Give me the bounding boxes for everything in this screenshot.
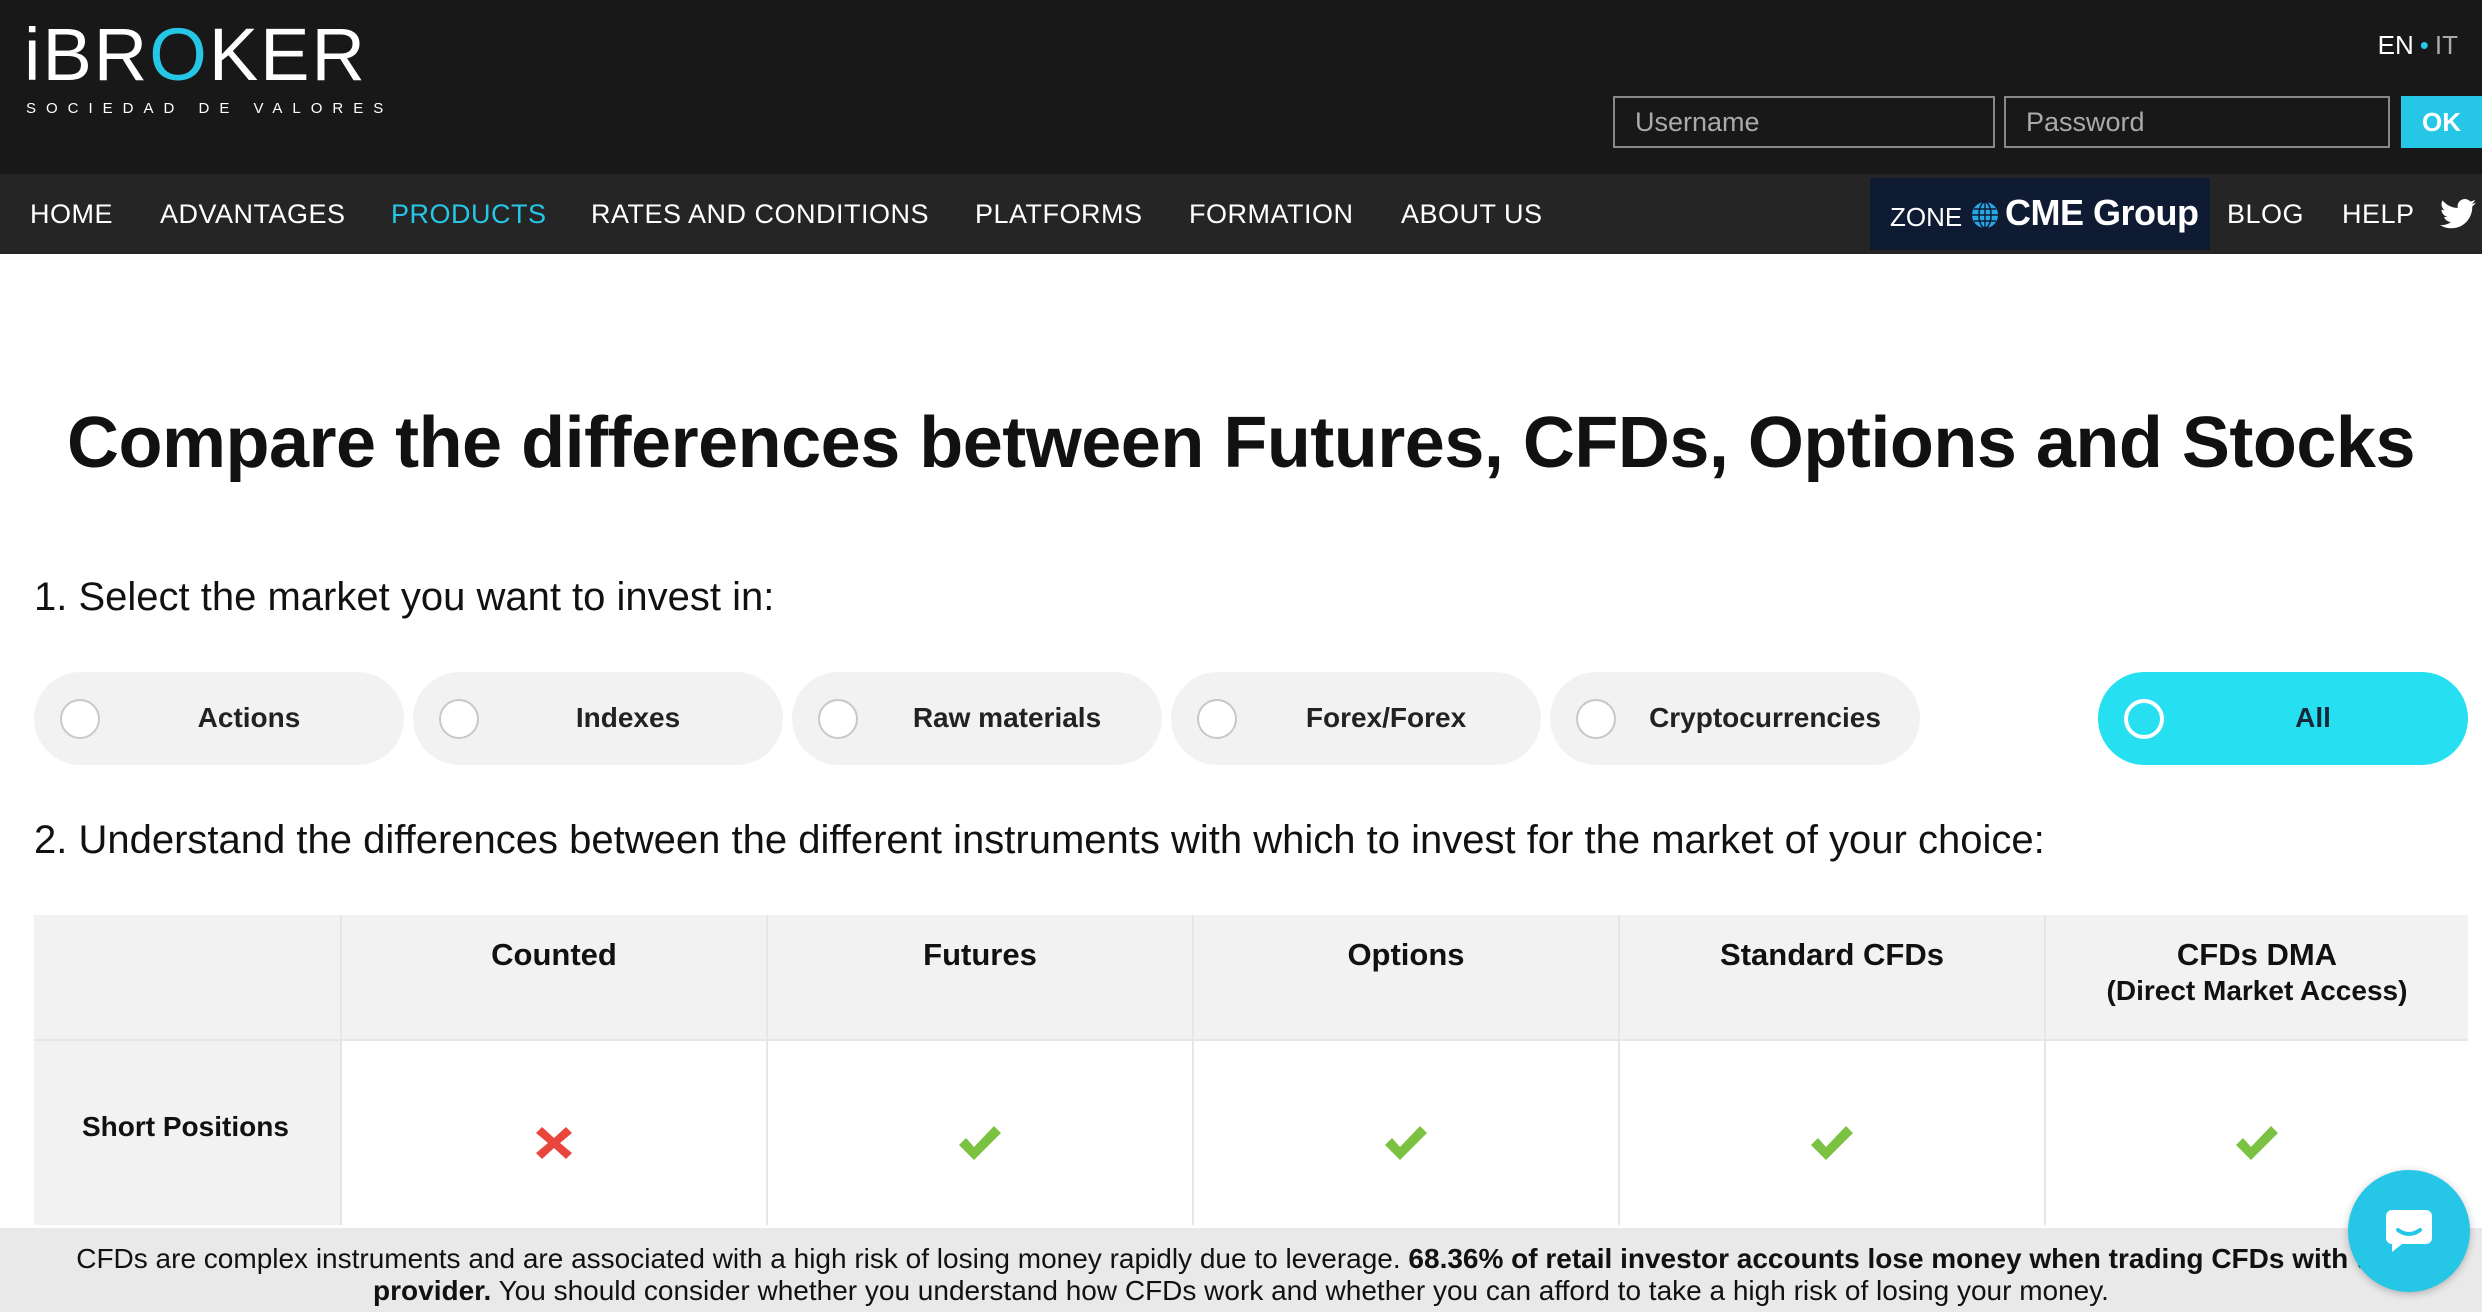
column-subheader: (Direct Market Access) xyxy=(2106,975,2408,1006)
nav-help[interactable]: HELP xyxy=(2342,174,2415,254)
chat-button[interactable] xyxy=(2348,1170,2470,1292)
check-icon xyxy=(2236,1126,2278,1160)
logo-wordmark: iBROKER xyxy=(24,13,367,96)
lang-separator: • xyxy=(2419,30,2429,60)
username-input[interactable] xyxy=(1613,96,1995,148)
market-option-indexes[interactable]: Indexes xyxy=(413,672,783,765)
market-option-label: All xyxy=(2295,702,2331,733)
column-header: Standard CFDs xyxy=(1618,915,2044,1039)
table-cell xyxy=(1192,1039,1618,1225)
login-ok-button[interactable]: OK xyxy=(2401,96,2482,148)
market-option-label: Actions xyxy=(197,702,301,733)
lang-it-link[interactable]: IT xyxy=(2435,30,2458,60)
table-cell xyxy=(340,1039,766,1225)
column-header: Counted xyxy=(340,915,766,1039)
password-input[interactable] xyxy=(2004,96,2390,148)
top-header: iBROKER SOCIEDAD DE VALORES EN•IT OK xyxy=(0,0,2482,174)
nav-products[interactable]: PRODUCTS xyxy=(391,174,547,254)
column-header: Futures xyxy=(766,915,1192,1039)
check-icon xyxy=(1811,1126,1853,1160)
column-header: CFDs DMA (Direct Market Access) xyxy=(2044,915,2468,1039)
nav-blog[interactable]: BLOG xyxy=(2227,174,2304,254)
market-option-raw-materials[interactable]: Raw materials xyxy=(792,672,1162,765)
nav-formation[interactable]: FORMATION xyxy=(1189,174,1353,254)
table-cell xyxy=(1618,1039,2044,1225)
nav-about-us[interactable]: ABOUT US xyxy=(1401,174,1543,254)
market-option-label: Cryptocurrencies xyxy=(1649,702,1881,733)
market-option-label: Forex/Forex xyxy=(1305,702,1467,733)
market-option-cryptocurrencies[interactable]: Cryptocurrencies xyxy=(1550,672,1920,765)
twitter-icon[interactable] xyxy=(2440,198,2476,230)
market-option-forex[interactable]: Forex/Forex xyxy=(1171,672,1541,765)
nav-home[interactable]: HOME xyxy=(30,174,113,254)
cross-icon xyxy=(536,1127,572,1159)
step1-heading: 1. Select the market you want to invest … xyxy=(34,575,775,619)
risk-disclaimer: CFDs are complex instruments and are ass… xyxy=(0,1228,2482,1312)
ibroker-logo[interactable]: iBROKER SOCIEDAD DE VALORES xyxy=(24,13,394,118)
lang-en-link[interactable]: EN xyxy=(2378,30,2414,60)
row-label: Short Positions xyxy=(34,1039,340,1225)
check-icon xyxy=(959,1126,1001,1160)
market-option-actions[interactable]: Actions xyxy=(34,672,404,765)
page-title: Compare the differences between Futures,… xyxy=(67,403,2415,483)
step2-heading: 2. Understand the differences between th… xyxy=(34,818,2045,862)
nav-advantages[interactable]: ADVANTAGES xyxy=(160,174,346,254)
table-cell xyxy=(766,1039,1192,1225)
main-nav: HOME ADVANTAGES PRODUCTS RATES AND CONDI… xyxy=(0,174,2482,254)
cme-group-brand: CME Group xyxy=(2005,192,2199,233)
comparison-table: Counted Futures Options Standard CFDs CF… xyxy=(34,915,2468,1225)
cme-zone-button[interactable]: ZONE CME Group xyxy=(1870,178,2210,250)
market-option-all[interactable]: All xyxy=(2098,672,2468,765)
nav-platforms[interactable]: PLATFORMS xyxy=(975,174,1143,254)
language-switcher: EN • IT xyxy=(2378,30,2458,61)
chat-icon xyxy=(2386,1210,2432,1252)
check-icon xyxy=(1385,1126,1427,1160)
column-header: Options xyxy=(1192,915,1618,1039)
zone-label: ZONE xyxy=(1890,202,1963,232)
logo-tagline: SOCIEDAD DE VALORES xyxy=(26,100,394,117)
globe-icon xyxy=(1972,201,1998,229)
nav-rates-and-conditions[interactable]: RATES AND CONDITIONS xyxy=(591,174,929,254)
market-option-label: Indexes xyxy=(575,702,681,733)
market-option-label: Raw materials xyxy=(912,702,1102,733)
